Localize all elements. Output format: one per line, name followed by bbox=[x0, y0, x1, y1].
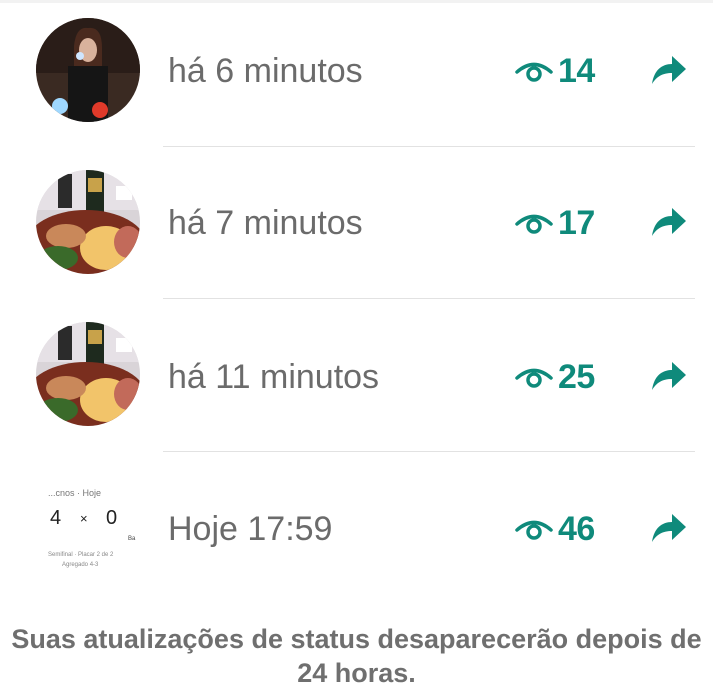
status-thumbnail-score[interactable]: ...cnos · Hoje 4 × 0 Ba Semifinal · Plac… bbox=[36, 474, 140, 578]
status-thumbnail-food[interactable] bbox=[36, 170, 140, 274]
status-time: há 7 minutos bbox=[168, 204, 363, 242]
status-thumbnail-person[interactable] bbox=[36, 18, 140, 122]
view-count-number: 46 bbox=[558, 510, 595, 548]
score-side-label: Ba bbox=[128, 536, 136, 542]
status-time: Hoje 17:59 bbox=[168, 510, 333, 548]
status-row[interactable]: há 6 minutos 14 bbox=[0, 0, 713, 152]
view-count-number: 17 bbox=[558, 204, 595, 242]
forward-arrow-icon[interactable] bbox=[648, 356, 688, 396]
status-row[interactable]: há 7 minutos 17 bbox=[0, 152, 713, 304]
score-line1: Semifinal · Placar 2 de 2 bbox=[48, 552, 114, 558]
status-time: há 6 minutos bbox=[168, 52, 363, 90]
status-time: há 11 minutos bbox=[168, 358, 380, 396]
score-away: 0 bbox=[106, 507, 117, 529]
eye-icon bbox=[515, 520, 553, 540]
view-count[interactable]: 14 bbox=[514, 52, 595, 91]
row-divider bbox=[163, 146, 695, 147]
status-row[interactable]: há 11 minutos 25 bbox=[0, 304, 713, 456]
forward-arrow-icon[interactable] bbox=[648, 202, 688, 242]
forward-arrow-icon[interactable] bbox=[648, 50, 688, 90]
status-thumbnail-food[interactable] bbox=[36, 322, 140, 426]
status-expiry-notice: Suas atualizações de status desaparecerã… bbox=[11, 624, 702, 688]
row-divider bbox=[163, 451, 695, 452]
row-divider bbox=[163, 298, 695, 299]
forward-arrow-icon[interactable] bbox=[648, 508, 688, 548]
eye-icon bbox=[515, 62, 553, 82]
view-count[interactable]: 25 bbox=[514, 358, 595, 397]
view-count[interactable]: 17 bbox=[514, 204, 595, 243]
eye-icon bbox=[515, 214, 553, 234]
score-home: 4 bbox=[50, 507, 61, 529]
view-count[interactable]: 46 bbox=[514, 510, 595, 549]
eye-icon bbox=[515, 368, 553, 388]
status-row[interactable]: ...cnos · Hoje 4 × 0 Ba Semifinal · Plac… bbox=[0, 456, 713, 608]
score-header: ...cnos · Hoje bbox=[48, 488, 101, 498]
view-count-number: 25 bbox=[558, 358, 595, 396]
score-line2: Agregado 4-3 bbox=[62, 562, 99, 568]
score-separator: × bbox=[80, 511, 88, 526]
view-count-number: 14 bbox=[558, 52, 595, 90]
